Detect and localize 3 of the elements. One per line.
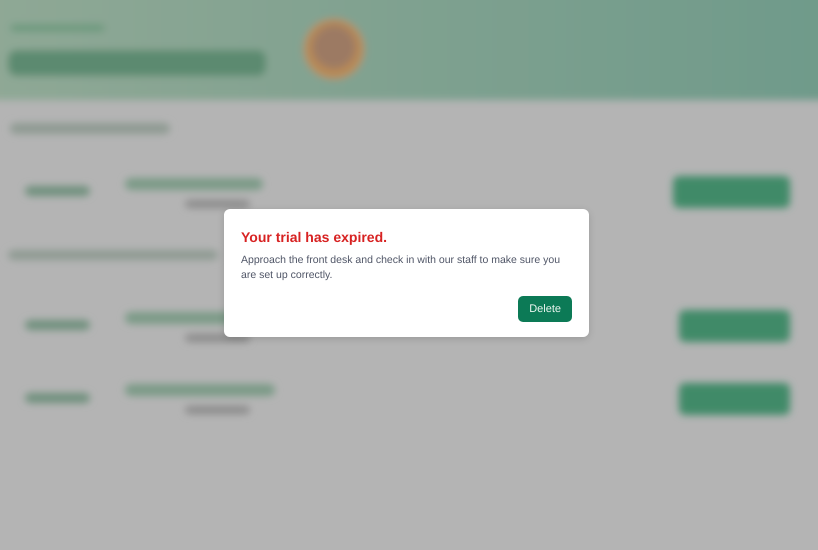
delete-button[interactable]: Delete (518, 296, 572, 322)
dialog-message: Approach the front desk and check in with our staff to make sure you are set up correctly. (241, 253, 562, 283)
dialog-title: Your trial has expired. (241, 229, 388, 245)
